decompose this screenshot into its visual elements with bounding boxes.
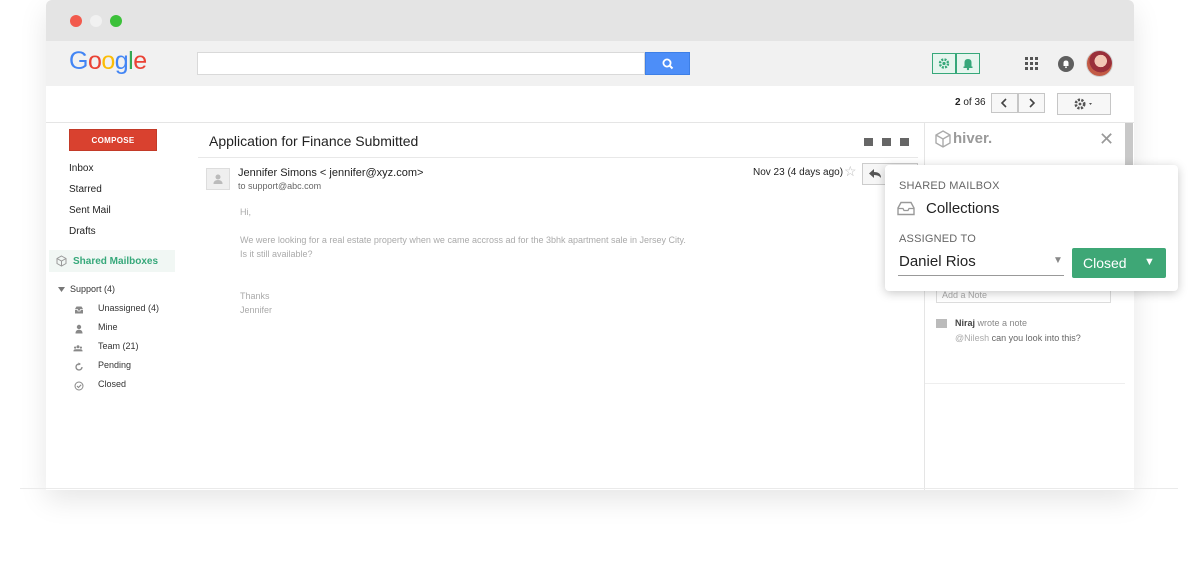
newer-button[interactable] bbox=[991, 93, 1018, 113]
sender-name[interactable]: Jennifer Simons < jennifer@xyz.com> bbox=[238, 167, 423, 179]
divider bbox=[20, 488, 1178, 489]
sidebar-item-shared-mailboxes[interactable]: Shared Mailboxes bbox=[49, 250, 175, 272]
archive-icon[interactable] bbox=[864, 138, 873, 146]
maximize-window-button[interactable] bbox=[110, 15, 122, 27]
gear-icon bbox=[1074, 98, 1092, 110]
person-icon bbox=[213, 174, 223, 184]
triangle-down-icon bbox=[58, 287, 65, 292]
avatar[interactable] bbox=[1086, 50, 1113, 77]
team-icon bbox=[73, 345, 83, 352]
notifications-icon[interactable] bbox=[1058, 56, 1074, 72]
sidebar-item-inbox[interactable]: Inbox bbox=[69, 163, 93, 174]
assignee-select[interactable]: Daniel Rios bbox=[899, 253, 976, 270]
person-icon bbox=[75, 324, 83, 334]
email-body-line: Hi, bbox=[240, 207, 251, 217]
email-subject: Application for Finance Submitted bbox=[209, 133, 419, 149]
chevron-right-icon bbox=[1029, 98, 1036, 108]
sub-item-team[interactable]: Team (21) bbox=[98, 341, 139, 351]
triangle-down-icon[interactable]: ▼ bbox=[1053, 255, 1063, 266]
logo-letter: e bbox=[133, 47, 147, 75]
email-body-line: Thanks bbox=[240, 291, 270, 301]
hiver-brand: hiver. bbox=[953, 130, 993, 147]
hiver-settings-button[interactable] bbox=[932, 53, 956, 74]
triangle-down-icon[interactable]: ▼ bbox=[1144, 256, 1155, 268]
cube-icon bbox=[56, 255, 67, 267]
compose-button[interactable]: COMPOSE bbox=[69, 129, 157, 151]
print-icon[interactable] bbox=[882, 138, 891, 146]
status-label: Closed bbox=[1083, 255, 1127, 271]
close-icon[interactable]: ✕ bbox=[1099, 129, 1114, 150]
assigned-to-label: ASSIGNED TO bbox=[899, 233, 976, 245]
sub-item-mine[interactable]: Mine bbox=[98, 322, 118, 332]
inbox-icon bbox=[75, 306, 83, 314]
mail-toolbar: 2 of 36 bbox=[46, 86, 1134, 123]
close-window-button[interactable] bbox=[70, 15, 82, 27]
support-mailbox-toggle[interactable]: Support (4) bbox=[70, 284, 115, 294]
check-circle-icon bbox=[74, 381, 84, 391]
select-underline bbox=[898, 275, 1064, 276]
new-window-icon[interactable] bbox=[900, 138, 909, 146]
sub-item-closed[interactable]: Closed bbox=[98, 379, 126, 389]
chevron-left-icon bbox=[1000, 98, 1007, 108]
gear-icon bbox=[938, 58, 950, 69]
sender-avatar bbox=[206, 168, 230, 190]
inbox-tray-icon bbox=[897, 201, 915, 216]
hiver-logo-icon bbox=[935, 130, 951, 148]
sidebar-item-drafts[interactable]: Drafts bbox=[69, 226, 96, 237]
older-button[interactable] bbox=[1018, 93, 1045, 113]
sub-item-pending[interactable]: Pending bbox=[98, 360, 131, 370]
pager-text: 2 of 36 bbox=[955, 97, 986, 108]
search-button[interactable] bbox=[645, 52, 690, 75]
hiver-assign-popup: SHARED MAILBOX Collections ASSIGNED TO D… bbox=[885, 165, 1178, 291]
sidebar-item-starred[interactable]: Starred bbox=[69, 184, 102, 195]
email-date: Nov 23 (4 days ago) bbox=[753, 167, 844, 178]
logo-letter: o bbox=[101, 47, 115, 75]
minimize-window-button[interactable] bbox=[90, 15, 102, 27]
comment-icon bbox=[936, 319, 947, 328]
bell-icon bbox=[963, 59, 973, 71]
search-icon bbox=[662, 58, 674, 70]
stage: Google 2 of 36 COMPOSE Inbox Starred Sen… bbox=[0, 0, 1192, 588]
recipient-line: to support@abc.com bbox=[238, 181, 322, 191]
sidebar-item-sent-mail[interactable]: Sent Mail bbox=[69, 205, 111, 216]
logo-letter: o bbox=[87, 47, 102, 75]
search-input[interactable] bbox=[197, 52, 645, 75]
settings-button[interactable] bbox=[1057, 93, 1111, 115]
hiver-notifications-button[interactable] bbox=[956, 53, 980, 74]
note-author-line: Niraj wrote a note bbox=[955, 318, 1028, 328]
shared-mailboxes-label: Shared Mailboxes bbox=[73, 256, 159, 267]
apps-grid-icon[interactable] bbox=[1024, 56, 1040, 72]
logo-letter: G bbox=[69, 47, 88, 75]
mailbox-name: Collections bbox=[926, 200, 1000, 217]
email-body-line: We were looking for a real estate proper… bbox=[240, 235, 686, 245]
scrollbar[interactable] bbox=[1125, 123, 1133, 171]
star-icon[interactable]: ☆ bbox=[844, 163, 857, 180]
shared-mailbox-label: SHARED MAILBOX bbox=[899, 180, 1000, 192]
divider bbox=[925, 383, 1125, 384]
status-button[interactable]: Closed ▼ bbox=[1072, 248, 1166, 278]
email-body-line: Jennifer bbox=[240, 305, 273, 315]
sub-item-unassigned[interactable]: Unassigned (4) bbox=[98, 303, 159, 313]
email-body-line: Is it still available? bbox=[240, 249, 313, 259]
google-logo[interactable]: Google bbox=[69, 47, 147, 76]
pending-icon bbox=[75, 362, 83, 371]
note-text: @Nilesh can you look into this? bbox=[955, 333, 1081, 343]
title-bar bbox=[46, 0, 1134, 41]
logo-letter: g bbox=[114, 47, 129, 75]
email-header: Application for Finance Submitted bbox=[198, 123, 918, 158]
gmail-header: Google bbox=[46, 41, 1134, 86]
